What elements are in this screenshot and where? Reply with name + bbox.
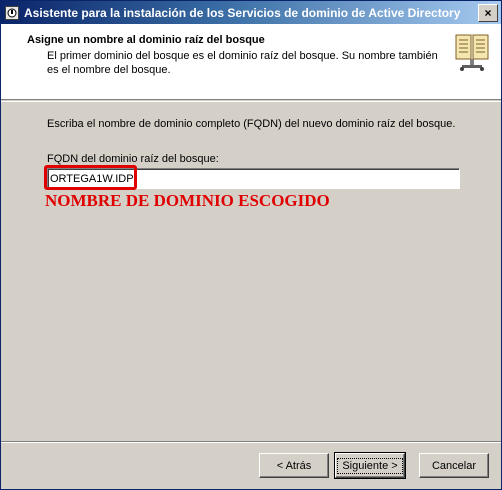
book-icon	[453, 29, 491, 76]
wizard-window: Asistente para la instalación de los Ser…	[0, 0, 502, 490]
close-button[interactable]: ×	[478, 3, 498, 22]
instruction-text: Escriba el nombre de dominio completo (F…	[47, 118, 456, 130]
page-title: Asigne un nombre al dominio raíz del bos…	[27, 34, 265, 46]
ad-wizard-icon	[4, 5, 20, 21]
window-title: Asistente para la instalación de los Ser…	[24, 5, 461, 20]
title-bar[interactable]: Asistente para la instalación de los Ser…	[1, 1, 501, 24]
next-button-label: Siguiente >	[337, 457, 403, 474]
annotation-text: NOMBRE DE DOMINIO ESCOGIDO	[45, 191, 330, 210]
back-button[interactable]: < Atrás	[259, 453, 329, 478]
button-separator	[1, 441, 501, 443]
highlight-box	[44, 165, 137, 190]
fqdn-label: FQDN del dominio raíz del bosque:	[47, 153, 219, 165]
header-separator	[1, 101, 501, 102]
cancel-button[interactable]: Cancelar	[419, 453, 489, 478]
wizard-header: Asigne un nombre al dominio raíz del bos…	[1, 24, 501, 100]
next-button[interactable]: Siguiente >	[334, 452, 406, 479]
page-description: El primer dominio del bosque es el domin…	[47, 50, 438, 76]
